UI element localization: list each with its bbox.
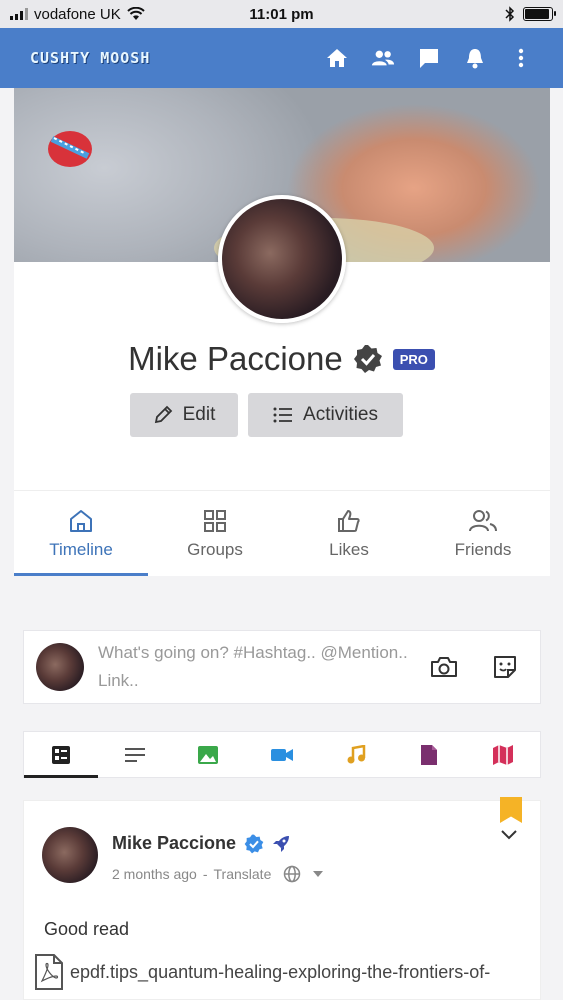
activities-button[interactable]: Activities xyxy=(248,393,403,437)
post-card: Mike Paccione 2 months ago - Translate G… xyxy=(23,797,541,1000)
home-outline-icon xyxy=(70,509,92,532)
meta-separator: - xyxy=(202,866,208,882)
post-attachment[interactable]: epdf.tips_quantum-healing-exploring-the-… xyxy=(34,953,490,991)
post-author-avatar[interactable] xyxy=(42,827,98,883)
profile-tabs: Timeline Groups Likes Friends xyxy=(14,490,550,576)
activities-label: Activities xyxy=(303,404,378,425)
pencil-icon xyxy=(154,405,172,424)
tab-groups-label: Groups xyxy=(187,539,243,559)
music-icon xyxy=(347,744,365,763)
post-meta: 2 months ago - Translate xyxy=(112,865,324,883)
caret-down-icon[interactable] xyxy=(313,871,324,877)
camera-icon[interactable] xyxy=(430,655,458,679)
verified-icon xyxy=(353,345,382,373)
filter-files[interactable] xyxy=(393,732,467,777)
edit-label: Edit xyxy=(182,404,216,425)
image-icon xyxy=(198,745,219,764)
post-filter-bar xyxy=(23,731,541,778)
video-icon xyxy=(271,748,294,761)
text-icon xyxy=(124,747,145,762)
filter-text[interactable] xyxy=(98,732,172,777)
tab-friends[interactable]: Friends xyxy=(416,491,550,576)
appbar-actions xyxy=(325,46,533,70)
tab-friends-label: Friends xyxy=(454,539,512,559)
post-body: Good read xyxy=(44,919,130,939)
composer-input[interactable]: What's going on? #Hashtag.. @Mention.. L… xyxy=(98,637,420,697)
filter-photos[interactable] xyxy=(171,732,245,777)
status-bar: vodafone UK 11:01 pm xyxy=(0,0,563,28)
users-icon xyxy=(469,509,497,531)
composer-actions xyxy=(430,654,528,680)
pdf-file-icon xyxy=(35,954,63,990)
home-icon[interactable] xyxy=(325,46,349,70)
more-menu-icon[interactable] xyxy=(509,46,533,70)
sticker-icon[interactable] xyxy=(492,654,518,680)
post-author-row: Mike Paccione xyxy=(112,833,290,854)
list-icon xyxy=(273,407,293,423)
bookmark-icon[interactable] xyxy=(500,797,522,823)
tab-timeline-label: Timeline xyxy=(49,539,113,559)
cover-toy-image xyxy=(48,131,92,167)
status-left: vodafone UK xyxy=(10,6,145,23)
wifi-icon xyxy=(127,7,145,20)
all-posts-icon xyxy=(51,745,70,764)
carrier-label: vodafone UK xyxy=(34,5,121,23)
file-icon xyxy=(421,744,438,765)
composer-avatar xyxy=(36,643,84,691)
profile-name-row: Mike Paccione PRO xyxy=(0,340,563,378)
signal-icon xyxy=(10,8,28,20)
globe-icon[interactable] xyxy=(283,865,301,883)
battery-icon xyxy=(523,7,556,21)
map-icon xyxy=(493,744,514,765)
chat-icon[interactable] xyxy=(417,46,441,70)
tab-timeline[interactable]: Timeline xyxy=(14,491,148,576)
profile-name: Mike Paccione xyxy=(128,340,343,377)
tab-likes[interactable]: Likes xyxy=(282,491,416,576)
tab-groups[interactable]: Groups xyxy=(148,491,282,576)
post-composer: What's going on? #Hashtag.. @Mention.. L… xyxy=(23,630,541,704)
translate-link[interactable]: Translate xyxy=(214,866,272,882)
attachment-filename: epdf.tips_quantum-healing-exploring-the-… xyxy=(70,961,491,982)
pro-badge: PRO xyxy=(392,348,435,370)
filter-all[interactable] xyxy=(24,732,98,778)
rocket-icon xyxy=(273,835,290,852)
post-author-name[interactable]: Mike Paccione xyxy=(112,833,236,854)
post-time[interactable]: 2 months ago xyxy=(112,866,197,882)
chevron-down-icon[interactable] xyxy=(500,829,518,841)
filter-places[interactable] xyxy=(466,732,540,777)
grid-icon xyxy=(204,509,226,532)
thumbs-up-icon xyxy=(338,509,360,532)
profile-avatar[interactable] xyxy=(218,195,346,323)
people-icon[interactable] xyxy=(371,46,395,70)
bell-icon[interactable] xyxy=(463,46,487,70)
verified-badge-icon xyxy=(244,834,264,853)
edit-profile-button[interactable]: Edit xyxy=(130,393,238,437)
app-logo[interactable]: CUSHTY MOOSH xyxy=(30,49,150,67)
tab-likes-label: Likes xyxy=(329,539,369,559)
app-bar: CUSHTY MOOSH xyxy=(0,28,563,88)
bluetooth-icon xyxy=(505,6,515,22)
status-right xyxy=(505,6,556,22)
filter-music[interactable] xyxy=(319,732,393,777)
filter-videos[interactable] xyxy=(245,732,319,777)
